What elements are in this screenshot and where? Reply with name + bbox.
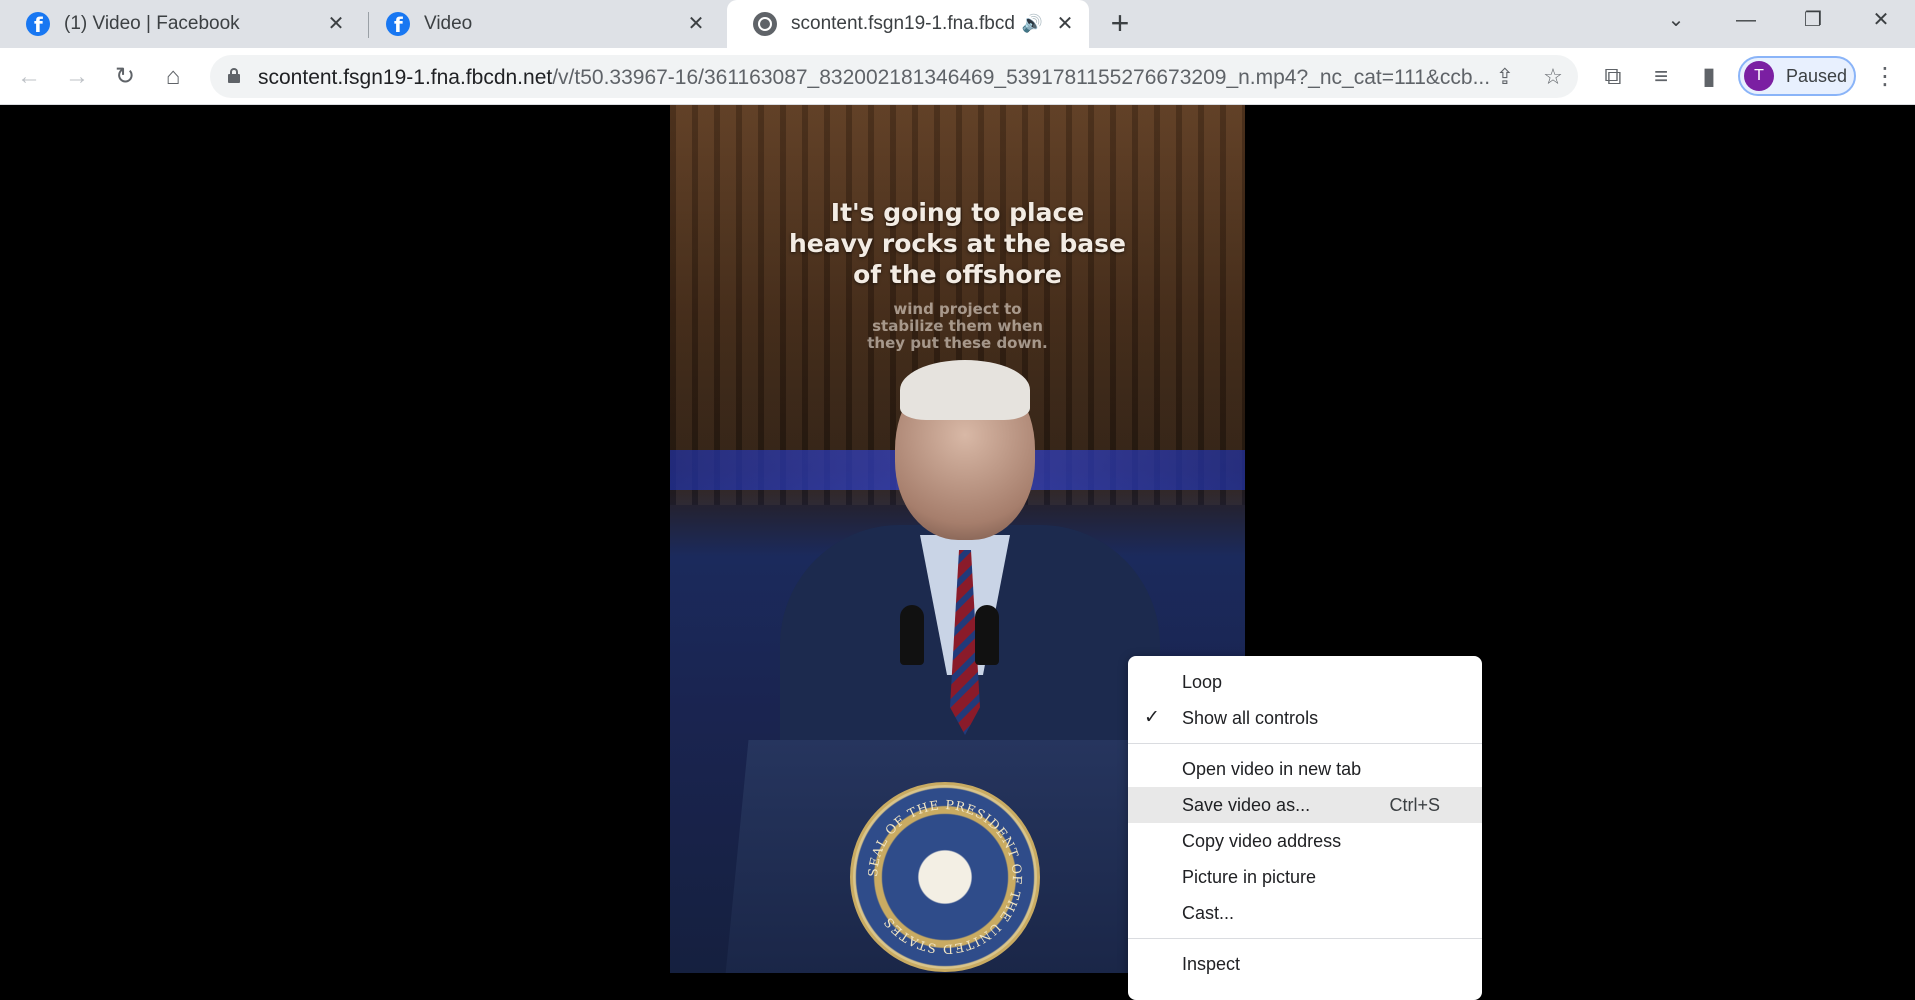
- tab-facebook-video[interactable]: (1) Video | Facebook ✕: [0, 0, 360, 48]
- microphone-icon: [975, 605, 999, 665]
- menu-separator: [1128, 743, 1482, 744]
- context-menu: Loop ✓ Show all controls Open video in n…: [1128, 656, 1482, 1000]
- facebook-icon: [386, 12, 410, 37]
- presidential-seal: SEAL OF THE PRESIDENT OF THE UNITED STAT…: [850, 782, 1040, 972]
- globe-icon: [753, 12, 777, 36]
- tab-strip: (1) Video | Facebook ✕ Video ✕ scontent.…: [0, 0, 1915, 48]
- share-icon[interactable]: ⇪: [1492, 64, 1518, 90]
- restore-button[interactable]: ❐: [1785, 0, 1841, 40]
- reload-icon[interactable]: ↻: [110, 62, 140, 92]
- page-content: It's going to place heavy rocks at the b…: [0, 105, 1915, 1000]
- profile-status: Paused: [1786, 66, 1848, 86]
- profile-button[interactable]: T Paused: [1738, 56, 1856, 96]
- tab-title: scontent.fsgn19-1.fna.fbcdn.n: [791, 13, 1016, 34]
- svg-text:SEAL OF THE PRESIDENT OF THE U: SEAL OF THE PRESIDENT OF THE UNITED STAT…: [865, 797, 1025, 957]
- video-caption: It's going to place heavy rocks at the b…: [789, 198, 1126, 289]
- video-subcaption: wind project to stabilize them when they…: [867, 300, 1048, 352]
- forward-icon[interactable]: →: [62, 62, 92, 92]
- close-icon[interactable]: ✕: [324, 12, 348, 36]
- menu-item-cast[interactable]: Cast...: [1128, 895, 1482, 931]
- menu-item-loop[interactable]: Loop: [1128, 664, 1482, 700]
- lock-icon[interactable]: [228, 68, 240, 83]
- home-icon[interactable]: ⌂: [158, 62, 188, 92]
- menu-item-copy-address[interactable]: Copy video address: [1128, 823, 1482, 859]
- url-text[interactable]: scontent.fsgn19-1.fna.fbcdn.net/v/t50.33…: [258, 66, 1490, 90]
- close-icon[interactable]: ✕: [1053, 12, 1077, 36]
- tab-title: (1) Video | Facebook: [64, 13, 240, 34]
- menu-separator: [1128, 938, 1482, 939]
- menu-item-picture-in-picture[interactable]: Picture in picture: [1128, 859, 1482, 895]
- address-bar[interactable]: scontent.fsgn19-1.fna.fbcdn.net/v/t50.33…: [210, 55, 1578, 98]
- tab-title: Video: [424, 13, 473, 34]
- tab-search-icon[interactable]: ⌄: [1648, 0, 1704, 40]
- speaker-hair: [900, 360, 1030, 420]
- tab-video[interactable]: Video ✕: [360, 0, 720, 48]
- close-window-button[interactable]: ✕: [1853, 0, 1909, 40]
- tab-scontent[interactable]: scontent.fsgn19-1.fna.fbcdn.n 🔊 ✕: [727, 0, 1089, 48]
- back-icon[interactable]: ←: [14, 62, 44, 92]
- bookmark-star-icon[interactable]: ☆: [1540, 64, 1566, 90]
- new-tab-button[interactable]: +: [1104, 7, 1136, 40]
- side-panel-icon[interactable]: ▮: [1694, 62, 1724, 92]
- speaker-icon[interactable]: 🔊: [1022, 14, 1043, 34]
- media-control-icon[interactable]: ≡: [1646, 62, 1676, 92]
- menu-kebab-icon[interactable]: ⋮: [1870, 62, 1900, 92]
- close-icon[interactable]: ✕: [684, 12, 708, 36]
- menu-item-show-all-controls[interactable]: ✓ Show all controls: [1128, 700, 1482, 736]
- checkmark-icon: ✓: [1144, 707, 1160, 728]
- menu-item-open-new-tab[interactable]: Open video in new tab: [1128, 751, 1482, 787]
- microphone-icon: [900, 605, 924, 665]
- browser-toolbar: ← → ↻ ⌂ scontent.fsgn19-1.fna.fbcdn.net/…: [0, 48, 1915, 105]
- menu-item-save-video-as[interactable]: Save video as... Ctrl+S: [1128, 787, 1482, 823]
- minimize-button[interactable]: —: [1718, 0, 1774, 40]
- facebook-icon: [26, 12, 50, 37]
- menu-item-inspect[interactable]: Inspect: [1128, 946, 1482, 982]
- extensions-icon[interactable]: ⧉: [1598, 62, 1628, 92]
- avatar: T: [1744, 61, 1774, 91]
- shortcut-label: Ctrl+S: [1389, 795, 1440, 815]
